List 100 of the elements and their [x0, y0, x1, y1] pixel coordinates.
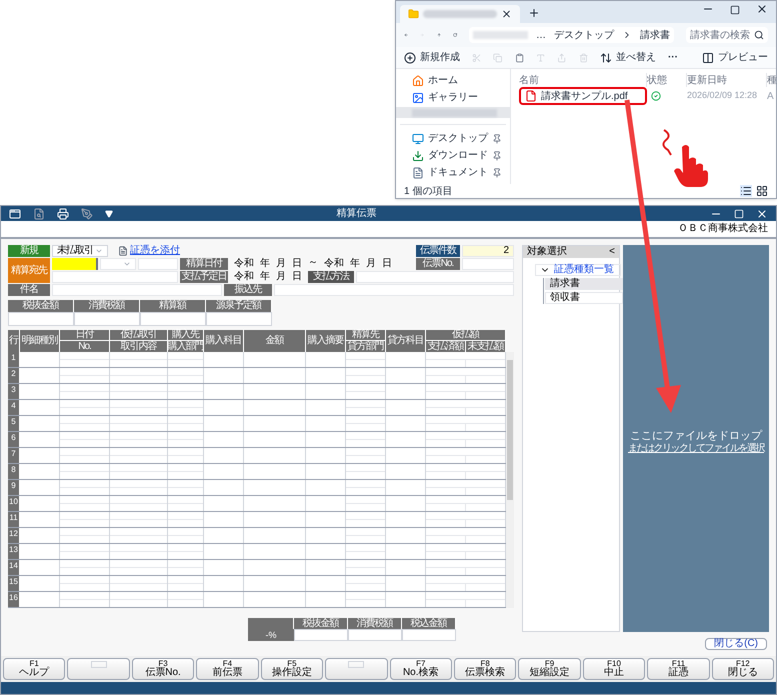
- breadcrumb-item[interactable]: デスクトップ: [554, 28, 614, 42]
- column-header[interactable]: 更新日時: [687, 73, 767, 87]
- column-header: 未支払額: [466, 341, 506, 352]
- function-key[interactable]: [67, 658, 130, 680]
- pin-icon[interactable]: [492, 168, 502, 178]
- transfer-field[interactable]: [274, 284, 514, 296]
- print-icon[interactable]: [57, 208, 69, 220]
- image-icon: [412, 92, 424, 104]
- download-icon: [412, 150, 424, 162]
- function-key[interactable]: F8 伝票検索: [454, 658, 516, 680]
- function-key[interactable]: F10 中止: [582, 658, 646, 680]
- date-part: 年: [260, 259, 270, 269]
- column-header: 購入摘要: [306, 330, 346, 352]
- search-document-icon[interactable]: [33, 208, 45, 220]
- function-key[interactable]: F9 短縮設定: [518, 658, 581, 680]
- maximize-icon[interactable]: [730, 5, 740, 15]
- payee-label: 精算宛先: [8, 258, 50, 283]
- pay-method-label: 支払方法: [308, 271, 354, 283]
- preview-button[interactable]: プレビュー: [702, 50, 768, 65]
- nav-item[interactable]: ダウンロード: [396, 148, 510, 163]
- file-row[interactable]: 請求書サンプル.pdf: [519, 87, 647, 105]
- nav-item[interactable]: ホーム: [396, 73, 510, 88]
- row-number: 8: [8, 464, 20, 479]
- column-header[interactable]: 状態: [647, 73, 687, 87]
- function-key[interactable]: F4 前伝票: [196, 658, 259, 680]
- close-icon[interactable]: [756, 208, 768, 220]
- row-number: 5: [8, 416, 20, 431]
- nav-label: ダウンロード: [428, 149, 488, 163]
- document-icon: [118, 245, 128, 257]
- row-number: 11: [8, 512, 20, 527]
- column-header[interactable]: 名前: [519, 73, 647, 87]
- close-icon[interactable]: [500, 8, 512, 20]
- pay-method-field[interactable]: [356, 271, 514, 283]
- collapse-button[interactable]: <: [609, 247, 615, 257]
- pin-icon[interactable]: [492, 150, 502, 160]
- function-key[interactable]: F1 ヘルプ: [3, 658, 66, 680]
- paste-icon[interactable]: [514, 52, 524, 64]
- column-header: 購入科目: [204, 330, 244, 352]
- summary-header: 精算額: [140, 300, 206, 312]
- row-number: 15: [8, 576, 20, 591]
- pin-icon[interactable]: [492, 134, 502, 144]
- close-button[interactable]: 閉じる(C): [705, 638, 767, 650]
- pdf-file-icon: [525, 90, 537, 102]
- payee-code-field[interactable]: [52, 258, 98, 270]
- nav-item[interactable]: ドキュメント: [396, 165, 510, 180]
- row-number: 14: [8, 560, 20, 575]
- column-header: 貸方科目: [386, 330, 426, 352]
- nav-item[interactable]: ギャラリー: [396, 90, 510, 105]
- search-field[interactable]: 請求書の検索: [686, 27, 768, 43]
- function-key[interactable]: F5 操作設定: [260, 658, 324, 680]
- scrollbar[interactable]: [506, 352, 514, 608]
- row-number: 13: [8, 544, 20, 559]
- tree-item[interactable]: 請求書: [545, 278, 623, 290]
- column-header: 精算先: [346, 330, 386, 341]
- summary-header: 源泉予定額: [206, 300, 272, 312]
- function-key[interactable]: F3 伝票No.: [132, 658, 194, 680]
- drop-title: ここにファイルをドロップ: [630, 431, 762, 442]
- pen-icon[interactable]: [81, 208, 93, 220]
- address-bar[interactable]: … デスクトップ 請求書: [469, 27, 674, 43]
- more-button[interactable]: ···: [668, 50, 678, 65]
- row-number: 6: [8, 432, 20, 447]
- trade-type-select[interactable]: 未払取引: [52, 245, 108, 257]
- nav-label: デスクトップ: [428, 132, 488, 146]
- date-part: 令和: [324, 259, 344, 269]
- function-key[interactable]: F7 No.検索: [390, 658, 452, 680]
- squiggle-icon: [662, 129, 672, 156]
- close-icon[interactable]: [756, 3, 768, 15]
- select-file-link[interactable]: またはクリックしてファイルを選択: [628, 444, 764, 454]
- row-number: 1: [8, 352, 20, 367]
- key-label-box: [348, 661, 364, 668]
- tree-node[interactable]: 証憑種類一覧: [535, 264, 621, 276]
- subject-field[interactable]: [52, 284, 222, 296]
- function-key[interactable]: F11 証憑: [647, 658, 710, 680]
- tiles-view-icon[interactable]: [756, 185, 768, 197]
- summary-cell: [206, 312, 272, 326]
- function-key[interactable]: F12 閉じる: [712, 658, 774, 680]
- attach-link[interactable]: 証憑を添付: [130, 246, 180, 256]
- details-view-icon[interactable]: [740, 185, 752, 197]
- column-header: 仮払額: [426, 330, 506, 341]
- sort-button[interactable]: 並べ替え: [600, 50, 656, 65]
- drop-zone[interactable]: ここにファイルをドロップ またはクリックしてファイルを選択: [623, 245, 769, 632]
- window-icon[interactable]: [9, 208, 21, 220]
- new-tab-icon[interactable]: [528, 7, 540, 19]
- column-header: No.: [60, 341, 110, 352]
- column-header: 取引内容: [110, 341, 168, 352]
- row-number: 2: [8, 368, 20, 383]
- new-button[interactable]: 新規作成: [404, 50, 460, 65]
- voucher-no-field[interactable]: [462, 258, 514, 270]
- column-header: 行: [8, 330, 20, 352]
- nav-item[interactable]: デスクトップ: [396, 131, 510, 146]
- breadcrumb-item[interactable]: …: [536, 28, 546, 42]
- breadcrumb-item[interactable]: 請求書: [640, 28, 670, 42]
- date-part: 日: [292, 272, 302, 282]
- search-icon: [754, 30, 764, 40]
- tree-item[interactable]: 領収書: [545, 292, 623, 304]
- date-part: 令和: [234, 259, 254, 269]
- count-value: 2: [462, 245, 514, 257]
- item-count: 1 個の項目: [404, 184, 454, 198]
- dropdown-icon[interactable]: [105, 210, 113, 218]
- function-key[interactable]: [325, 658, 388, 680]
